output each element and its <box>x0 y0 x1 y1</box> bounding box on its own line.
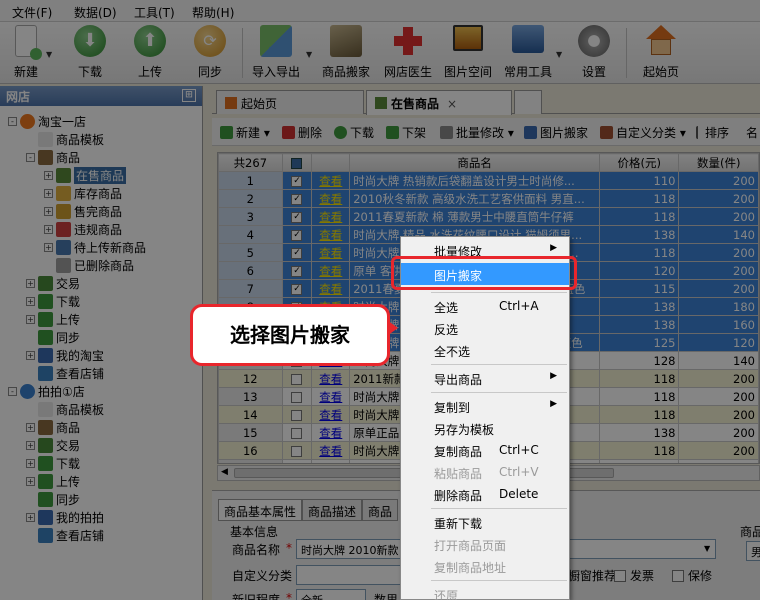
menu-item-label: 复制商品地址 <box>434 561 507 575</box>
context-menu: 批量修改 ▶ 图片搬家 全选 Ctrl+A 反选 全不选 导出商品 ▶ 复制到 ▶ 另存为模板 复制商品… <box>400 236 570 600</box>
menu-separator <box>431 508 567 509</box>
context-menu-item[interactable]: 打开商品页面 <box>401 533 569 555</box>
menu-item-shortcut: Ctrl+A <box>499 299 539 313</box>
menu-item-label: 删除商品 <box>434 489 483 503</box>
menu-item-label: 还原 <box>434 589 459 600</box>
context-menu-item[interactable]: 导出商品 ▶ <box>401 367 569 389</box>
menu-separator <box>431 364 567 365</box>
context-menu-item[interactable]: 还原 <box>401 583 569 600</box>
menu-item-label: 复制到 <box>434 401 471 415</box>
context-menu-item[interactable]: 另存为模板 <box>401 417 569 439</box>
context-menu-item[interactable]: 粘贴商品 Ctrl+V <box>401 461 569 483</box>
menu-item-label: 全选 <box>434 301 459 315</box>
menu-item-label: 另存为模板 <box>434 423 495 437</box>
context-menu-item[interactable]: 复制商品 Ctrl+C <box>401 439 569 461</box>
context-menu-item[interactable]: 全选 Ctrl+A <box>401 295 569 317</box>
menu-separator <box>431 292 567 293</box>
menu-item-shortcut: Ctrl+C <box>499 443 539 457</box>
context-menu-item[interactable]: 删除商品 Delete <box>401 483 569 505</box>
menu-separator <box>431 580 567 581</box>
context-menu-item[interactable]: 反选 <box>401 317 569 339</box>
context-menu-item[interactable]: 复制商品地址 <box>401 555 569 577</box>
submenu-arrow-icon: ▶ <box>550 371 557 381</box>
submenu-arrow-icon: ▶ <box>550 399 557 409</box>
menu-item-shortcut: Ctrl+V <box>499 465 539 479</box>
submenu-arrow-icon: ▶ <box>550 243 557 253</box>
menu-item-label: 复制商品 <box>434 445 483 459</box>
menu-item-shortcut: Delete <box>499 487 539 501</box>
dim-overlay <box>0 0 760 600</box>
context-menu-item[interactable]: 全不选 <box>401 339 569 361</box>
menu-item-label: 重新下载 <box>434 517 483 531</box>
context-menu-item[interactable]: 复制到 ▶ <box>401 395 569 417</box>
highlight-box <box>391 256 577 290</box>
menu-item-label: 粘贴商品 <box>434 467 483 481</box>
context-menu-item[interactable]: 重新下载 <box>401 511 569 533</box>
menu-separator <box>431 392 567 393</box>
menu-item-label: 反选 <box>434 323 459 337</box>
menu-item-label: 全不选 <box>434 345 471 359</box>
menu-item-label: 打开商品页面 <box>434 539 507 553</box>
menu-item-label: 导出商品 <box>434 373 483 387</box>
instruction-callout: 选择图片搬家 <box>190 304 390 366</box>
